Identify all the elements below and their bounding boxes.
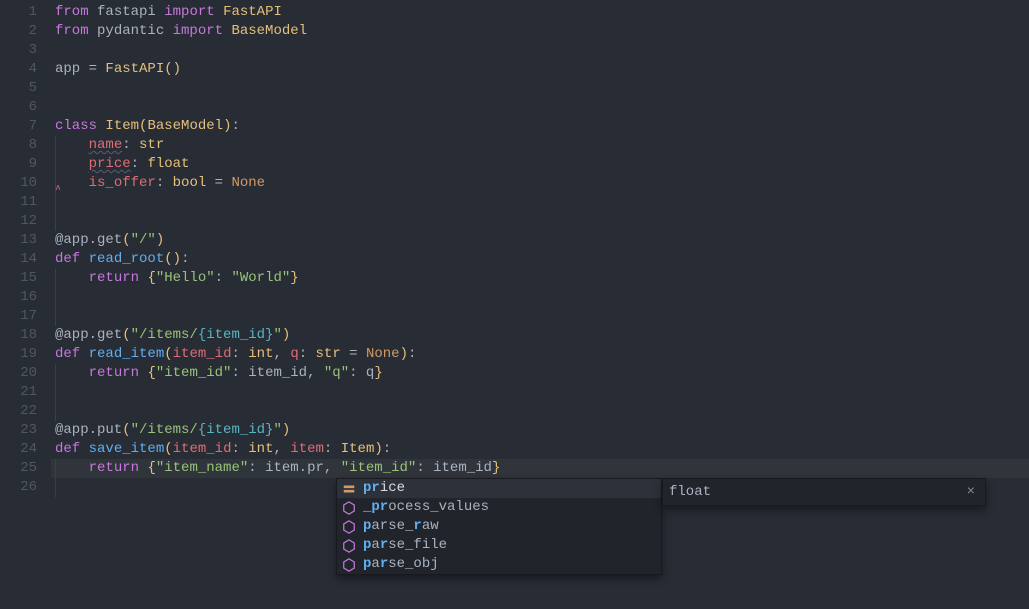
line-number: 13 — [0, 231, 37, 250]
line-number: 4 — [0, 60, 37, 79]
method-icon — [341, 557, 357, 573]
line-number: 26 — [0, 478, 37, 497]
code-line[interactable] — [55, 79, 1029, 98]
line-number: 11 — [0, 193, 37, 212]
line-number: 14 — [0, 250, 37, 269]
line-number: 1 — [0, 3, 37, 22]
line-number: 16 — [0, 288, 37, 307]
line-number: 9 — [0, 155, 37, 174]
line-number-gutter: 1234567891011121314151617181920212223242… — [0, 0, 55, 497]
autocomplete-doc-popup: float × — [662, 478, 986, 506]
field-icon — [341, 481, 357, 497]
code-line[interactable]: @app.put("/items/{item_id}") — [55, 421, 1029, 440]
code-line[interactable] — [55, 212, 1029, 231]
autocomplete-item[interactable]: parse_file — [337, 536, 661, 555]
line-number: 23 — [0, 421, 37, 440]
code-editor: 1234567891011121314151617181920212223242… — [0, 0, 1029, 497]
line-number: 17 — [0, 307, 37, 326]
code-line[interactable]: return {"Hello": "World"} — [55, 269, 1029, 288]
autocomplete-item[interactable]: parse_raw — [337, 517, 661, 536]
line-number: 24 — [0, 440, 37, 459]
code-line[interactable] — [55, 98, 1029, 117]
code-line[interactable]: is_offer: bool = None˄ — [55, 174, 1029, 193]
autocomplete-item-label: parse_file — [363, 536, 447, 555]
line-number: 5 — [0, 79, 37, 98]
code-line[interactable] — [55, 41, 1029, 60]
line-number: 3 — [0, 41, 37, 60]
code-line[interactable]: return {"item_name": item.pr, "item_id":… — [51, 459, 1029, 478]
code-line[interactable]: app = FastAPI() — [55, 60, 1029, 79]
line-number: 10 — [0, 174, 37, 193]
line-number: 21 — [0, 383, 37, 402]
line-number: 2 — [0, 22, 37, 41]
autocomplete-doc-text: float — [669, 483, 711, 502]
method-icon — [341, 538, 357, 554]
close-icon[interactable]: × — [963, 483, 979, 502]
method-icon — [341, 519, 357, 535]
code-line[interactable] — [55, 383, 1029, 402]
code-line[interactable]: def read_root(): — [55, 250, 1029, 269]
autocomplete-item-label: price — [363, 479, 405, 498]
method-icon — [341, 500, 357, 516]
code-line[interactable]: from pydantic import BaseModel — [55, 22, 1029, 41]
autocomplete-item[interactable]: parse_obj — [337, 555, 661, 574]
code-line[interactable]: name: str — [55, 136, 1029, 155]
line-number: 12 — [0, 212, 37, 231]
code-line[interactable]: def read_item(item_id: int, q: str = Non… — [55, 345, 1029, 364]
autocomplete-item-label: parse_raw — [363, 517, 439, 536]
code-line[interactable]: @app.get("/items/{item_id}") — [55, 326, 1029, 345]
line-number: 15 — [0, 269, 37, 288]
line-number: 6 — [0, 98, 37, 117]
autocomplete-item-label: parse_obj — [363, 555, 439, 574]
line-number: 8 — [0, 136, 37, 155]
code-line[interactable] — [55, 288, 1029, 307]
code-line[interactable]: price: float — [55, 155, 1029, 174]
code-line[interactable]: class Item(BaseModel): — [55, 117, 1029, 136]
code-line[interactable] — [55, 307, 1029, 326]
code-line[interactable] — [55, 402, 1029, 421]
autocomplete-item-label: _process_values — [363, 498, 489, 517]
code-area[interactable]: from fastapi import FastAPIfrom pydantic… — [55, 0, 1029, 497]
code-line[interactable]: from fastapi import FastAPI — [55, 3, 1029, 22]
line-number: 7 — [0, 117, 37, 136]
line-number: 22 — [0, 402, 37, 421]
code-line[interactable]: return {"item_id": item_id, "q": q} — [55, 364, 1029, 383]
code-line[interactable] — [55, 193, 1029, 212]
line-number: 18 — [0, 326, 37, 345]
autocomplete-item[interactable]: _process_values — [337, 498, 661, 517]
autocomplete-popup[interactable]: price_process_valuesparse_rawparse_filep… — [336, 478, 662, 575]
code-line[interactable]: @app.get("/") — [55, 231, 1029, 250]
line-number: 20 — [0, 364, 37, 383]
line-number: 25 — [0, 459, 37, 478]
autocomplete-item[interactable]: price — [337, 479, 661, 498]
code-line[interactable]: def save_item(item_id: int, item: Item): — [55, 440, 1029, 459]
line-number: 19 — [0, 345, 37, 364]
